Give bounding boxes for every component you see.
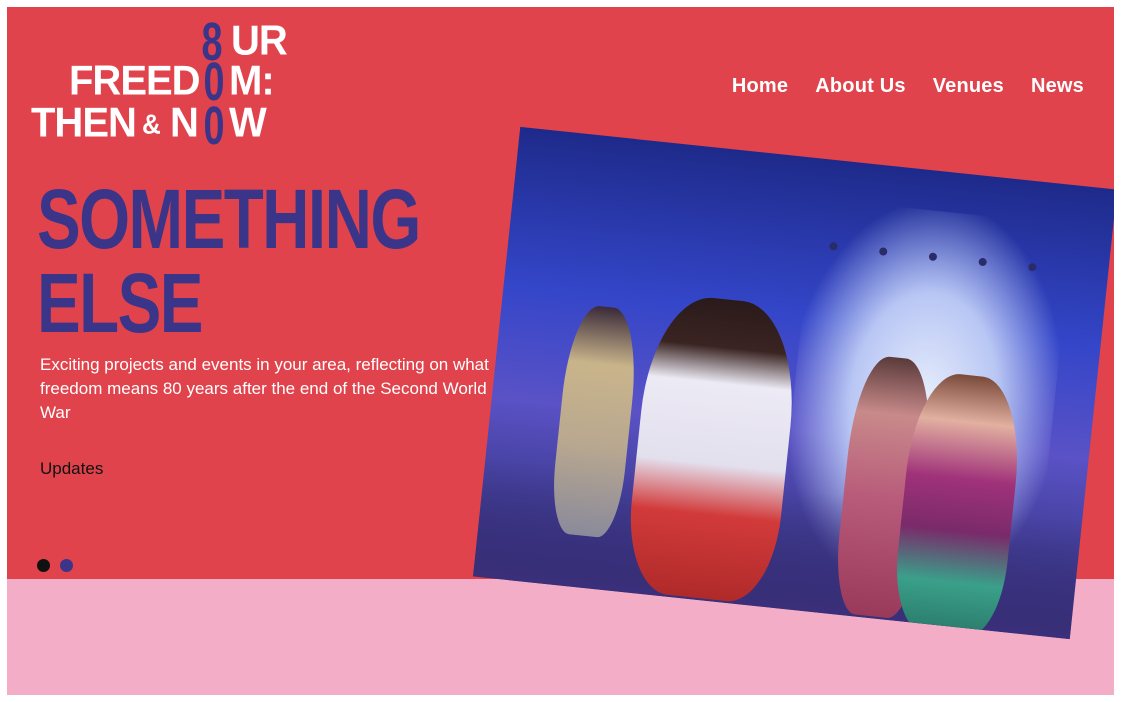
site-logo[interactable]: 8 UR FREED 0 M: THEN & N 0 W — [29, 15, 289, 165]
logo-line3-n: N — [170, 99, 199, 147]
headline-line-1: SOMETHING — [37, 172, 421, 266]
logo-line3-start: THEN — [31, 99, 137, 147]
logo-line3-w: W — [229, 99, 267, 147]
logo-eight-bottom: 0 — [203, 96, 225, 156]
slider-dots — [37, 559, 73, 572]
page: 8 UR FREED 0 M: THEN & N 0 W Home About … — [7, 7, 1114, 695]
slider-dot-2[interactable] — [60, 559, 73, 572]
main-nav: Home About Us Venues News — [732, 75, 1084, 98]
logo-line1: UR — [231, 17, 288, 65]
hero-intro-text: Exciting projects and events in your are… — [40, 355, 489, 422]
hero-headline: SOMETHING ELSE — [37, 172, 421, 350]
nav-about-us[interactable]: About Us — [815, 75, 905, 98]
nav-home[interactable]: Home — [732, 75, 788, 98]
updates-link[interactable]: Updates — [40, 459, 103, 479]
nav-news[interactable]: News — [1031, 75, 1084, 98]
slider-dot-1[interactable] — [37, 559, 50, 572]
logo-ampersand: & — [142, 108, 161, 140]
nav-venues[interactable]: Venues — [933, 75, 1004, 98]
logo-line2-end: M: — [229, 57, 275, 105]
headline-line-2: ELSE — [37, 256, 203, 350]
logo-line2-start: FREED — [69, 57, 201, 105]
hero-photo — [473, 126, 1114, 640]
